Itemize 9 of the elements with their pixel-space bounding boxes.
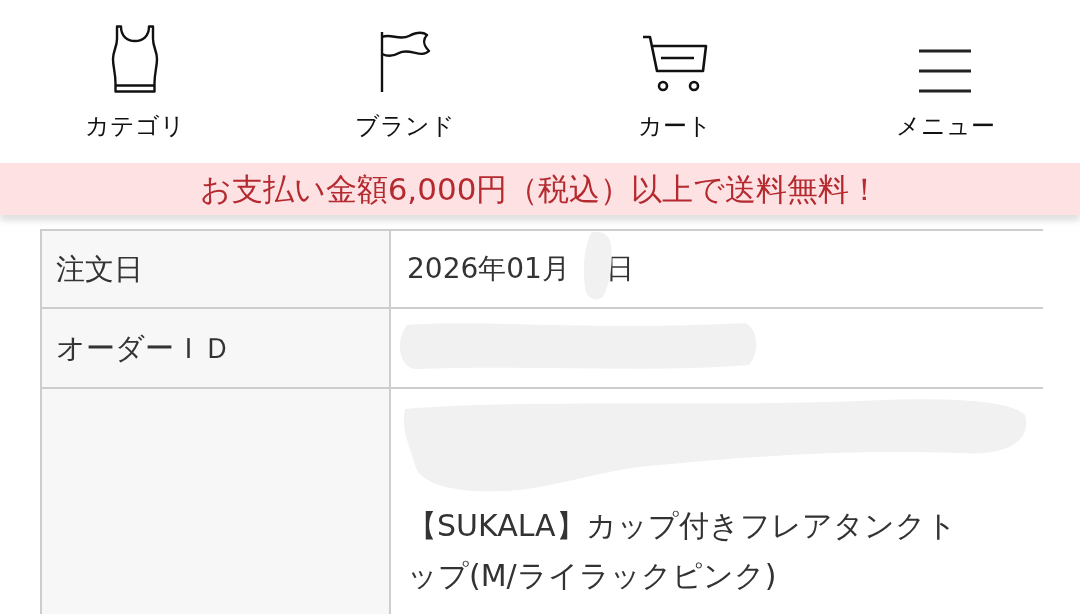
- tank-top-icon: [111, 25, 159, 93]
- menu-icon: [919, 49, 971, 93]
- field-label: 注文日: [56, 251, 143, 288]
- order-date-value: 2026年01月: [407, 251, 570, 287]
- flag-icon: [379, 31, 431, 93]
- product-name: 【SUKALA】カップ付きフレアタンクトップ(M/ライラックピンク): [407, 507, 958, 595]
- field-label: オーダーＩＤ: [56, 330, 232, 367]
- free-shipping-banner: お支払い金額6,000円（税込）以上で送料無料！: [0, 163, 1080, 215]
- cart-icon: [642, 35, 708, 93]
